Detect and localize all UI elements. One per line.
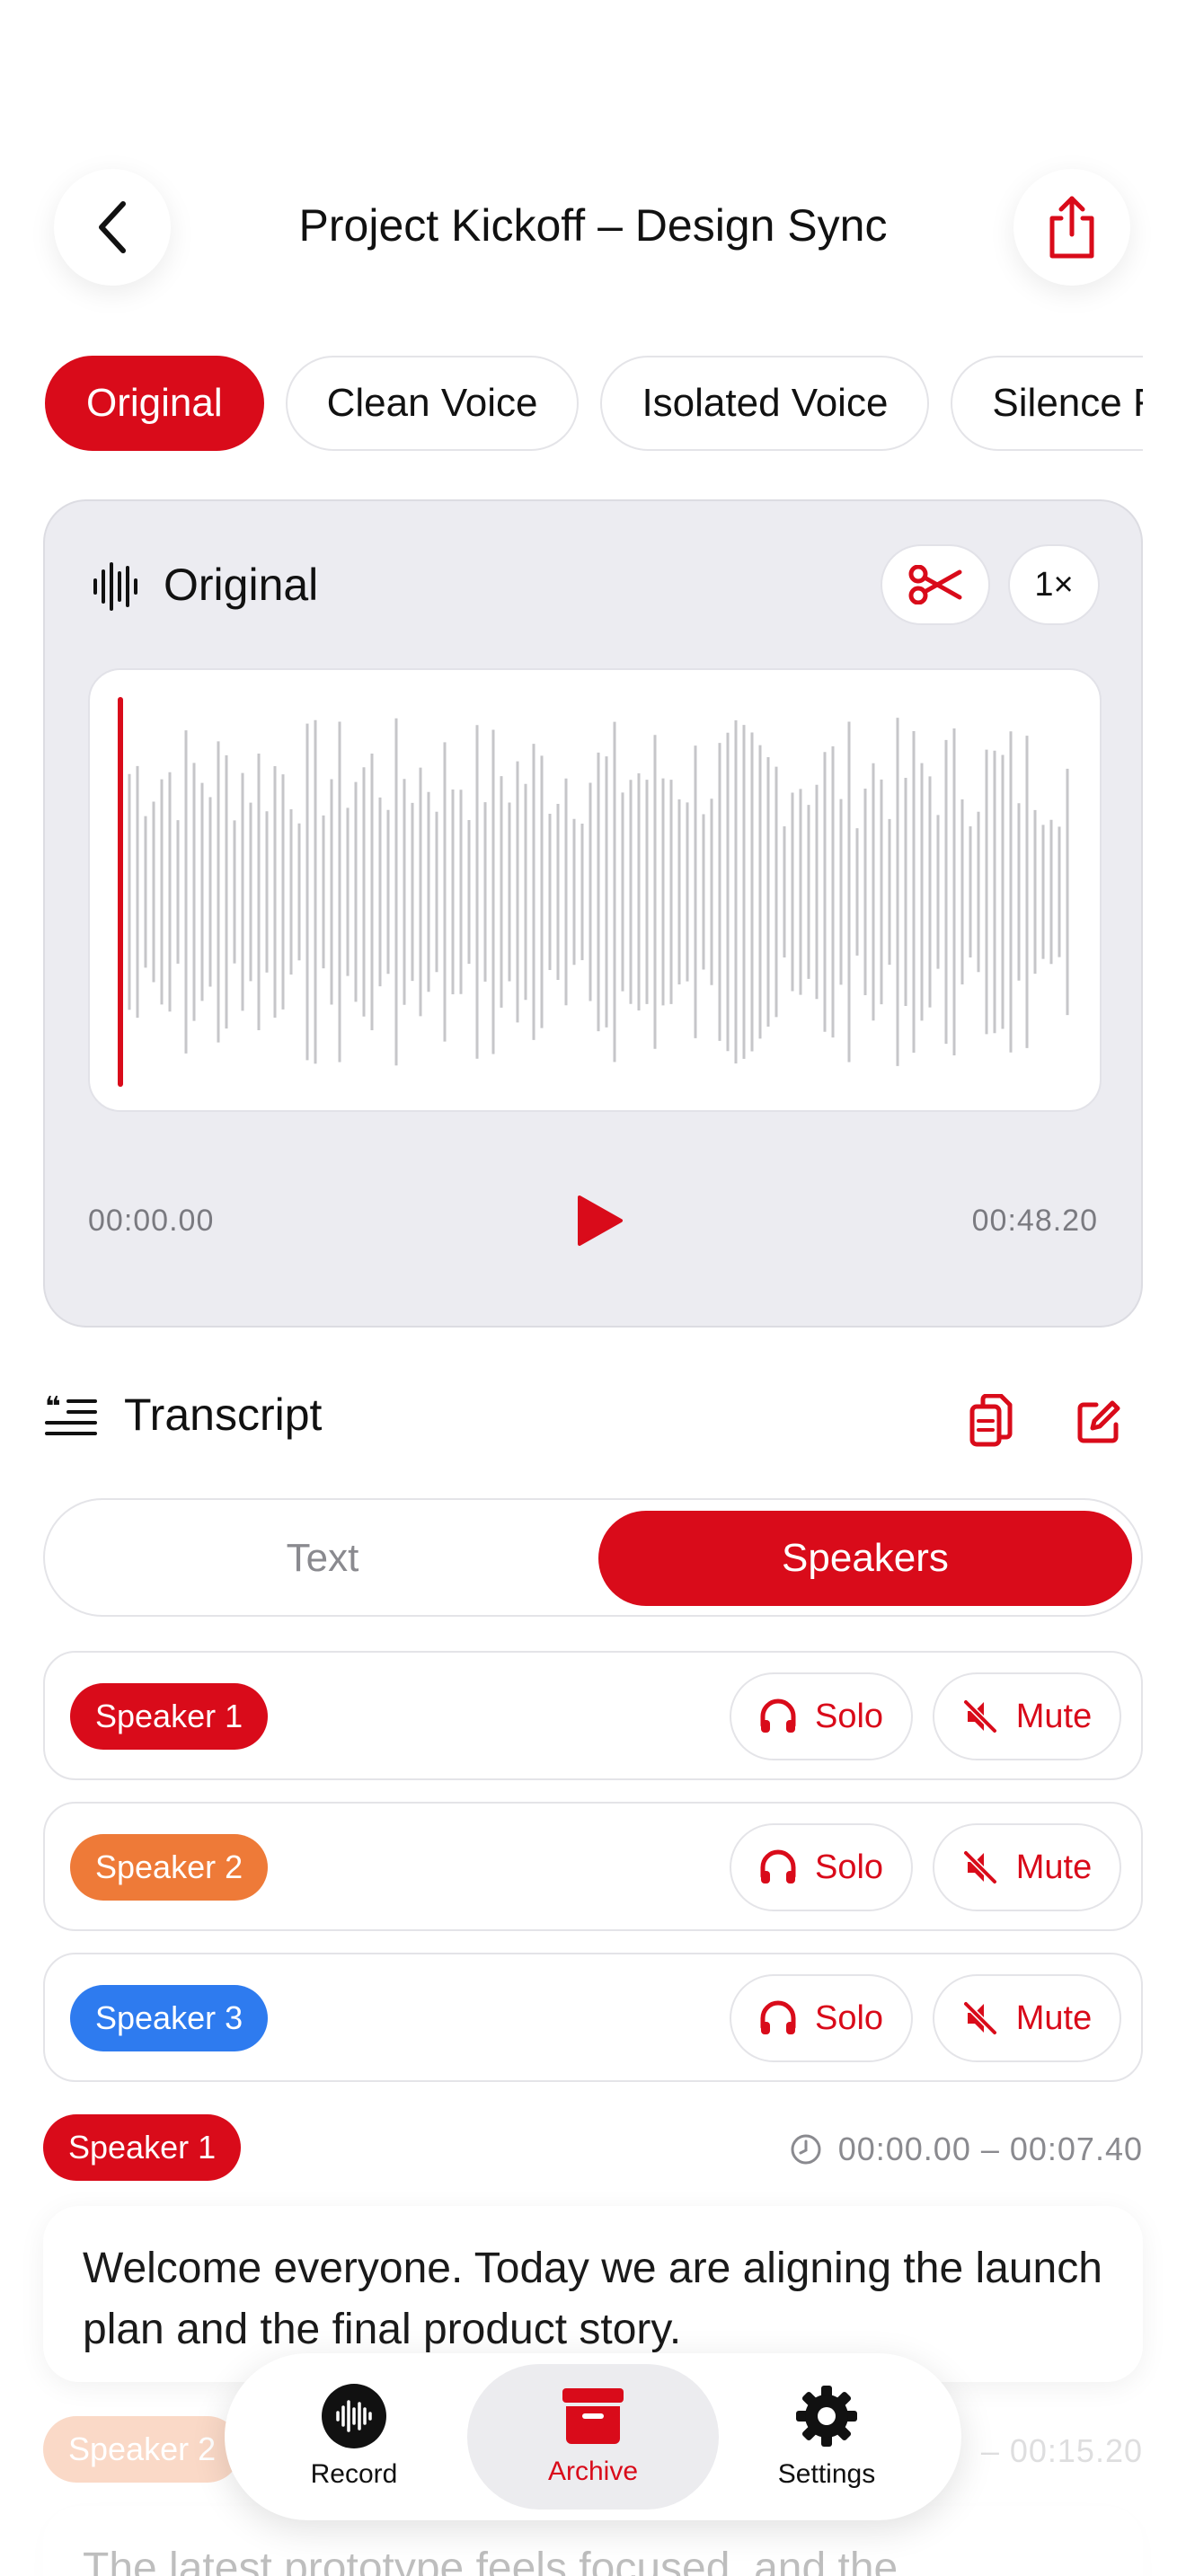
share-icon (1049, 196, 1094, 259)
headphones-icon (760, 2000, 796, 2034)
speaker-badge: Speaker 2 (70, 1834, 269, 1901)
solo-button[interactable]: Solo (730, 1823, 913, 1911)
nav-settings-label: Settings (777, 2459, 876, 2489)
mute-label: Mute (1015, 1848, 1093, 1886)
speaker-row-3: Speaker 3 Solo Mute (43, 1953, 1143, 2082)
share-button[interactable] (1013, 169, 1130, 286)
segment-speaker-badge: Speaker 2 (43, 2416, 242, 2483)
nav-record-label: Record (310, 2459, 398, 2489)
segment-time: – 00:15.20 (981, 2432, 1143, 2470)
app-screen: Project Kickoff – Design Sync Original C… (0, 0, 1186, 2576)
player-title: Original (164, 560, 319, 610)
waveform-icon (93, 562, 137, 611)
segment-speaker-badge: Speaker 1 (43, 2114, 242, 2181)
speaker-muted-icon (963, 1850, 997, 1884)
solo-label: Solo (814, 1848, 884, 1886)
copy-transcript-button[interactable] (961, 1389, 1021, 1453)
segment-time-label: 00:00.00 – 00:07.40 (837, 2130, 1143, 2167)
speaker-row-2: Speaker 2 Solo Mute (43, 1802, 1143, 1931)
segment-time: 00:00.00 – 00:07.40 (790, 2130, 1143, 2168)
waveform-graph (118, 697, 1069, 1087)
transcript-title: Transcript (124, 1389, 323, 1440)
solo-label: Solo (814, 1697, 884, 1735)
gear-icon (796, 2386, 857, 2447)
page-title: Project Kickoff – Design Sync (298, 200, 888, 251)
speaker-muted-icon (963, 2001, 997, 2035)
bottom-nav: Record Archive Settings (225, 2353, 961, 2520)
audio-player-card: Original 1× 00:00.00 00:48.20 (43, 499, 1143, 1328)
segment-text: Welcome everyone. Today we are aligning … (83, 2245, 1102, 2353)
mute-button[interactable]: Mute (933, 1823, 1121, 1911)
archive-box-icon (562, 2388, 624, 2444)
transcript-view-toggle: Text Speakers (43, 1498, 1143, 1617)
current-time: 00:00.00 (88, 1204, 215, 1238)
view-text-option[interactable]: Text (56, 1511, 589, 1606)
speaker-badge: Speaker 1 (70, 1683, 269, 1750)
clock-icon (791, 2134, 821, 2165)
headphones-icon (760, 1698, 796, 1733)
playback-speed-button[interactable]: 1× (1008, 544, 1100, 625)
play-icon (578, 1195, 623, 1246)
back-button[interactable] (54, 169, 171, 286)
solo-button[interactable]: Solo (730, 1672, 913, 1760)
nav-archive[interactable]: Archive (467, 2364, 719, 2510)
mute-label: Mute (1015, 1697, 1093, 1735)
tab-silence-removed[interactable]: Silence Removed (951, 356, 1143, 451)
mute-label: Mute (1015, 1998, 1093, 2037)
waveform-display[interactable] (88, 668, 1102, 1112)
transcript-icon: ❝ (45, 1394, 97, 1435)
nav-settings[interactable]: Settings (701, 2364, 952, 2510)
speaker-row-1: Speaker 1 Solo Mute (43, 1651, 1143, 1780)
record-icon (322, 2384, 386, 2448)
nav-archive-label: Archive (547, 2457, 639, 2486)
segment-text: The latest prototype feels focused, and … (83, 2545, 898, 2576)
edit-icon (1077, 1400, 1120, 1443)
chevron-left-icon (99, 201, 126, 253)
svg-text:❝: ❝ (45, 1394, 61, 1423)
trim-button[interactable] (881, 544, 990, 625)
mute-button[interactable]: Mute (933, 1974, 1121, 2062)
tab-isolated-voice[interactable]: Isolated Voice (600, 356, 930, 451)
scissors-icon (908, 565, 962, 604)
tab-original[interactable]: Original (45, 356, 264, 451)
edit-transcript-button[interactable] (1069, 1392, 1128, 1451)
solo-button[interactable]: Solo (730, 1974, 913, 2062)
tab-clean-voice[interactable]: Clean Voice (285, 356, 580, 451)
mute-button[interactable]: Mute (933, 1672, 1121, 1760)
view-speakers-option[interactable]: Speakers (598, 1511, 1132, 1606)
playhead[interactable] (118, 697, 123, 1087)
audio-version-tabs: Original Clean Voice Isolated Voice Sile… (0, 356, 1143, 451)
headphones-icon (760, 1849, 796, 1883)
solo-label: Solo (814, 1998, 884, 2037)
speaker-badge: Speaker 3 (70, 1985, 269, 2051)
play-button[interactable] (568, 1189, 631, 1252)
nav-record[interactable]: Record (228, 2364, 480, 2510)
copy-icon (969, 1394, 1013, 1447)
total-duration: 00:48.20 (971, 1204, 1098, 1238)
speaker-muted-icon (963, 1699, 997, 1734)
segment-time-label: – 00:15.20 (980, 2432, 1143, 2469)
